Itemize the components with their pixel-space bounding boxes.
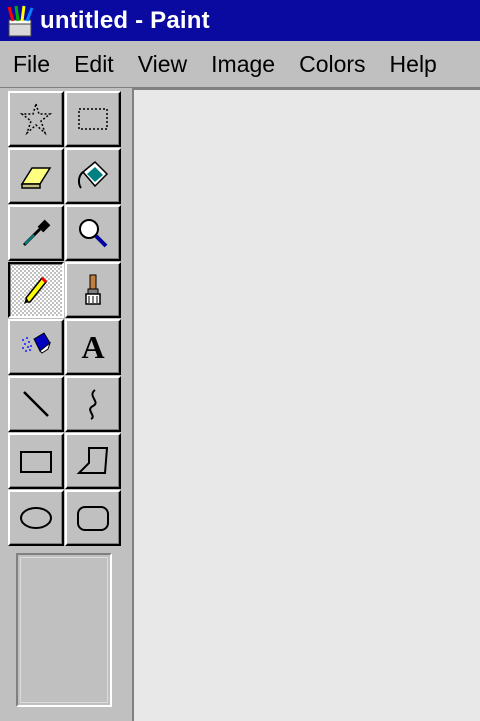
menu-help[interactable]: Help bbox=[378, 51, 449, 78]
tool-magnifier[interactable] bbox=[65, 205, 121, 261]
tool-brush[interactable] bbox=[65, 262, 121, 318]
brush-icon bbox=[85, 274, 101, 305]
rect-select-icon bbox=[78, 108, 108, 130]
paint-bucket-icon bbox=[77, 160, 109, 189]
paint-brushes-icon[interactable] bbox=[0, 0, 40, 41]
tool-options-inner bbox=[20, 557, 108, 703]
star-select-icon bbox=[19, 101, 53, 136]
tool-free-form-select[interactable] bbox=[8, 91, 64, 147]
menu-colors[interactable]: Colors bbox=[287, 51, 377, 78]
drawing-canvas[interactable] bbox=[132, 88, 480, 721]
line-icon bbox=[23, 391, 49, 417]
curve-icon bbox=[89, 389, 97, 420]
ellipse-icon bbox=[20, 507, 52, 529]
eyedropper-icon bbox=[22, 219, 51, 247]
tool-pick-color[interactable] bbox=[8, 205, 64, 261]
menu-file[interactable]: File bbox=[0, 51, 62, 78]
tool-polygon[interactable] bbox=[65, 433, 121, 489]
tool-eraser[interactable] bbox=[8, 148, 64, 204]
rectangle-icon bbox=[20, 451, 52, 473]
tool-airbrush[interactable] bbox=[8, 319, 64, 375]
window-title: untitled - Paint bbox=[40, 6, 210, 34]
tool-select[interactable] bbox=[65, 91, 121, 147]
menu-edit[interactable]: Edit bbox=[62, 51, 126, 78]
polygon-icon bbox=[76, 447, 109, 474]
toolbox: A bbox=[0, 88, 132, 721]
menu-bar: File Edit View Image Colors Help bbox=[0, 41, 480, 88]
title-bar[interactable]: untitled - Paint bbox=[0, 0, 480, 41]
magnifier-icon bbox=[79, 219, 108, 248]
rounded-rect-icon bbox=[77, 506, 109, 531]
menu-image[interactable]: Image bbox=[199, 51, 287, 78]
tool-options-box[interactable] bbox=[16, 553, 112, 707]
pencil-icon bbox=[24, 276, 48, 304]
airbrush-icon bbox=[22, 332, 52, 354]
tool-pencil[interactable] bbox=[8, 262, 64, 318]
tool-ellipse[interactable] bbox=[8, 490, 64, 546]
tool-line[interactable] bbox=[8, 376, 64, 432]
eraser-icon bbox=[20, 167, 52, 189]
text-icon: A bbox=[81, 329, 105, 365]
tool-text[interactable]: A bbox=[65, 319, 121, 375]
tool-rectangle[interactable] bbox=[8, 433, 64, 489]
tool-rounded-rectangle[interactable] bbox=[65, 490, 121, 546]
tool-fill-with-color[interactable] bbox=[65, 148, 121, 204]
menu-view[interactable]: View bbox=[126, 51, 199, 78]
tool-curve[interactable] bbox=[65, 376, 121, 432]
